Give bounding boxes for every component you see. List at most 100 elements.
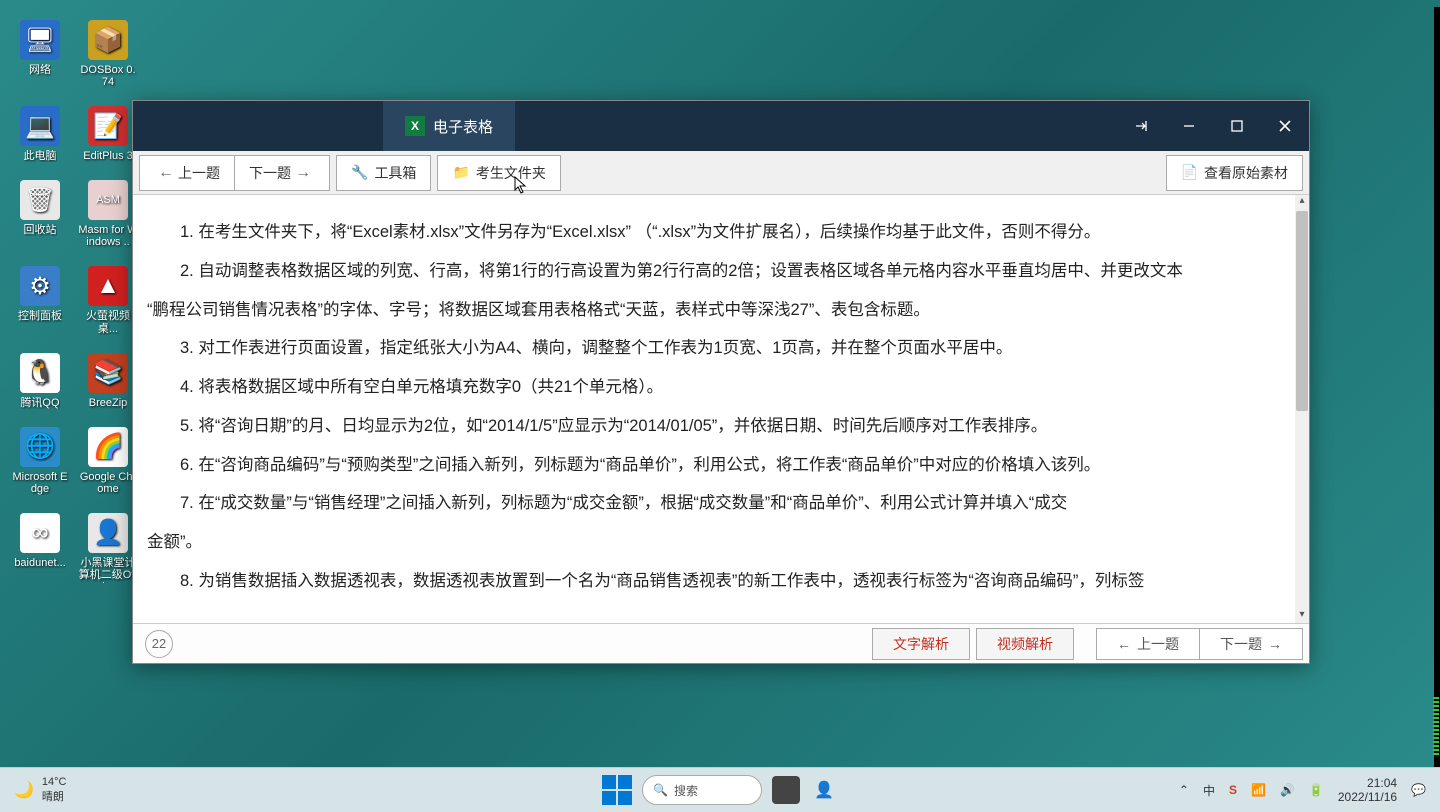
- video-analysis-button[interactable]: 视频解析: [976, 628, 1074, 660]
- desktop-icon[interactable]: 🌐 Microsoft Edge: [10, 427, 70, 495]
- system-tray[interactable]: ⌃ 中 S 📶 🔊 🔋 21:04 2022/11/16 💬: [1179, 776, 1440, 805]
- taskbar-search[interactable]: 🔍 搜索: [642, 775, 762, 805]
- search-placeholder: 搜索: [674, 782, 698, 799]
- desktop-icon-grid: 🖥 网络 📦DOSBox 0.74💻此电脑📝EditPlus 3🗑回收站ASMMas…: [10, 20, 138, 583]
- document-icon: 📄: [1181, 164, 1198, 181]
- icon-label: 网络: [29, 64, 51, 76]
- monitor-right-black-bar: [1434, 7, 1440, 767]
- desktop-icon[interactable]: 💻此电脑: [10, 106, 70, 162]
- app-titlebar[interactable]: X 电子表格: [133, 101, 1309, 151]
- icon-graphic: 🌈: [88, 427, 128, 467]
- instruction-item: 1. 在考生文件夹下，将“Excel素材.xlsx”文件另存为“Excel.xl…: [147, 213, 1265, 252]
- question-number-badge: 22: [145, 630, 173, 658]
- desktop-icon[interactable]: 📚BreeZip: [78, 353, 138, 409]
- instruction-item-cont: “鹏程公司销售情况表格”的字体、字号；将数据区域套用表格格式“天蓝，表样式中等深…: [147, 291, 1265, 330]
- icon-label: 小黑课堂计算机二级Offi...: [78, 557, 138, 583]
- icon-label: Masm for Windows ..: [78, 224, 138, 248]
- desktop-icon[interactable]: 🌈Google Chrome: [78, 427, 138, 495]
- folder-icon: 📁: [452, 164, 469, 181]
- icon-graphic: 📦: [88, 20, 128, 60]
- taskbar[interactable]: 🌙 14°C 晴朗 🔍 搜索 👤 ⌃ 中 S 📶 🔊 🔋 21:04 2022/…: [0, 767, 1440, 812]
- tab-spreadsheet[interactable]: X 电子表格: [383, 101, 515, 151]
- footer-prev-button[interactable]: ← 上一题: [1096, 628, 1199, 660]
- tray-chevron-icon[interactable]: ⌃: [1179, 783, 1189, 797]
- tray-clock[interactable]: 21:04 2022/11/16: [1338, 776, 1397, 805]
- vertical-scrollbar[interactable]: ▴ ▾: [1295, 195, 1309, 623]
- view-original-label: 查看原始素材: [1204, 163, 1288, 183]
- icon-graphic: 🌐: [20, 427, 60, 467]
- icon-graphic: ∞: [20, 513, 60, 553]
- tray-notifications-icon[interactable]: 💬: [1411, 783, 1426, 797]
- desktop-icon[interactable]: 🗑回收站: [10, 180, 70, 248]
- taskbar-app-1[interactable]: [772, 776, 800, 804]
- exam-app-window: X 电子表格 ←: [132, 100, 1310, 664]
- tray-battery-icon[interactable]: 🔋: [1309, 783, 1324, 797]
- maximize-button[interactable]: [1213, 101, 1261, 151]
- desktop-icon[interactable]: 📝EditPlus 3: [78, 106, 138, 162]
- desktop-icon[interactable]: ⚙控制面板: [10, 266, 70, 334]
- next-question-button[interactable]: 下一题 →: [234, 155, 330, 191]
- instruction-text: 1. 在考生文件夹下，将“Excel素材.xlsx”文件另存为“Excel.xl…: [147, 213, 1265, 601]
- tray-volume-icon[interactable]: 🔊: [1280, 783, 1295, 797]
- desktop-icon[interactable]: ASMMasm for Windows ..: [78, 180, 138, 248]
- app-toolbar: ← 上一题 下一题 → 🔧 工具箱 📁 考生文件夹 📄: [133, 151, 1309, 195]
- prev-label: 上一题: [178, 163, 220, 183]
- instruction-item: 5. 将“咨询日期”的月、日均显示为2位，如“2014/1/5”应显示为“201…: [147, 407, 1265, 446]
- icon-graphic: ▲: [88, 266, 128, 306]
- instruction-item-cont: 金额”。: [147, 523, 1265, 562]
- excel-icon: X: [405, 116, 425, 136]
- icon-graphic: ⚙: [20, 266, 60, 306]
- scroll-thumb[interactable]: [1296, 211, 1308, 411]
- desktop-icon[interactable]: 🐧腾讯QQ: [10, 353, 70, 409]
- view-original-button[interactable]: 📄 查看原始素材: [1166, 155, 1303, 191]
- arrow-left-icon: ←: [158, 164, 174, 182]
- exam-folder-button[interactable]: 📁 考生文件夹: [437, 155, 560, 191]
- icon-graphic: 📝: [88, 106, 128, 146]
- desktop-icon[interactable]: ▲火萤视频桌...: [78, 266, 138, 334]
- desktop-icon[interactable]: ∞ baidunet...: [10, 513, 70, 583]
- text-analysis-button[interactable]: 文字解析: [872, 628, 970, 660]
- instruction-scroll-area[interactable]: 1. 在考生文件夹下，将“Excel素材.xlsx”文件另存为“Excel.xl…: [133, 195, 1295, 623]
- tab-label: 电子表格: [433, 116, 493, 137]
- instruction-item: 7. 在“成交数量”与“销售经理”之间插入新列，列标题为“成交金额”，根据“成交…: [147, 484, 1265, 523]
- desktop-icon[interactable]: 👤 小黑课堂计算机二级Offi...: [78, 513, 138, 583]
- arrow-right-icon: →: [1268, 636, 1282, 652]
- icon-graphic: 💻: [20, 106, 60, 146]
- video-analysis-label: 视频解析: [997, 634, 1053, 654]
- icon-label: baidunet...: [14, 557, 65, 569]
- window-controls: [1117, 101, 1309, 151]
- icon-graphic: 📚: [88, 353, 128, 393]
- weather-temp: 14°C: [42, 776, 67, 788]
- tray-sogou-icon[interactable]: S: [1229, 783, 1237, 797]
- tray-wifi-icon[interactable]: 📶: [1251, 783, 1266, 797]
- icon-graphic: 👤: [88, 513, 128, 553]
- weather-widget[interactable]: 🌙 14°C 晴朗: [0, 776, 67, 804]
- desktop-icon[interactable]: 🖥 网络: [10, 20, 70, 88]
- taskbar-app-2[interactable]: 👤: [810, 776, 838, 804]
- icon-graphic: 🖥: [20, 20, 60, 60]
- weather-cond: 晴朗: [42, 788, 67, 804]
- instruction-item: 4. 将表格数据区域中所有空白单元格填充数字0（共21个单元格）。: [147, 368, 1265, 407]
- arrow-left-icon: ←: [1117, 636, 1131, 652]
- pin-button[interactable]: [1117, 101, 1165, 151]
- start-button[interactable]: [602, 775, 632, 805]
- icon-graphic: 🐧: [20, 353, 60, 393]
- icon-graphic: 🗑: [20, 180, 60, 220]
- footer-next-label: 下一题: [1220, 634, 1262, 654]
- instruction-item: 2. 自动调整表格数据区域的列宽、行高，将第1行的行高设置为第2行行高的2倍；设…: [147, 252, 1265, 291]
- instruction-item: 6. 在“咨询商品编码”与“预购类型”之间插入新列，列标题为“商品单价”，利用公…: [147, 446, 1265, 485]
- minimize-button[interactable]: [1165, 101, 1213, 151]
- toolbox-button[interactable]: 🔧 工具箱: [336, 155, 431, 191]
- scroll-down-icon[interactable]: ▾: [1295, 609, 1309, 623]
- icon-label: Microsoft Edge: [10, 471, 70, 495]
- footer-next-button[interactable]: 下一题 →: [1199, 628, 1303, 660]
- prev-question-button[interactable]: ← 上一题: [139, 155, 234, 191]
- close-button[interactable]: [1261, 101, 1309, 151]
- scroll-up-icon[interactable]: ▴: [1295, 195, 1309, 209]
- desktop-icon[interactable]: 📦DOSBox 0.74: [78, 20, 138, 88]
- search-icon: 🔍: [653, 783, 668, 797]
- monitor-indicator: [1433, 697, 1439, 757]
- toolbox-label: 工具箱: [374, 163, 416, 183]
- instruction-item: 3. 对工作表进行页面设置，指定纸张大小为A4、横向，调整整个工作表为1页宽、1…: [147, 329, 1265, 368]
- tray-ime-icon[interactable]: 中: [1203, 782, 1215, 799]
